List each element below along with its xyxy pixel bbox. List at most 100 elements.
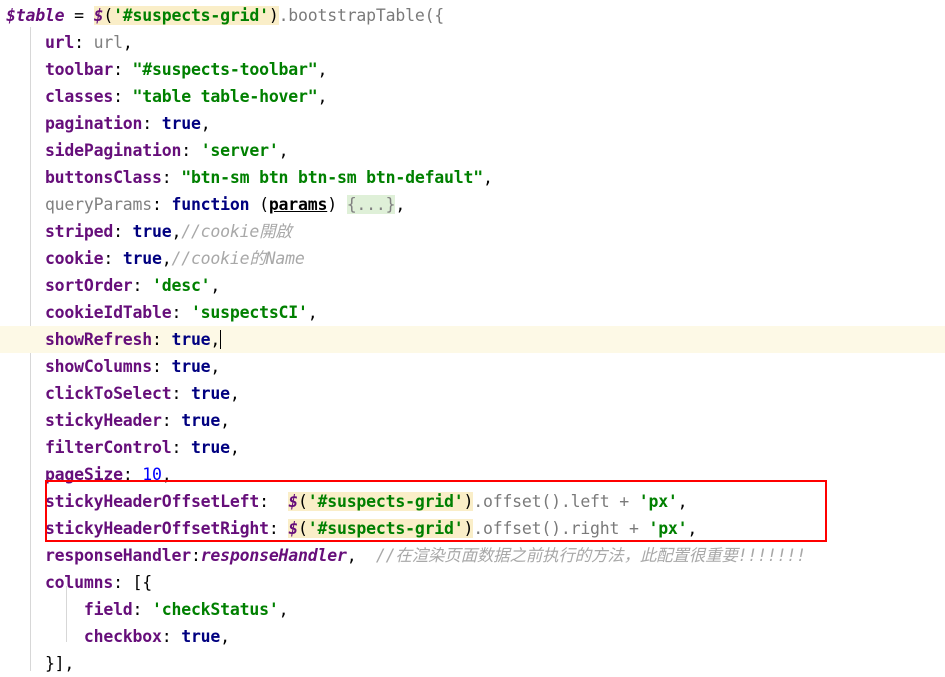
code-text-area[interactable]: $table = $('#suspects-grid').bootstrapTa… [0,0,945,677]
code-line-10[interactable]: cookie: true,//cookie的Name [0,245,945,272]
token-comma: , [171,222,182,241]
text-caret [220,330,222,349]
code-line-24[interactable]: checkbox: true, [0,623,945,650]
token-colon: : [161,168,182,187]
code-line-2[interactable]: url: url, [0,29,945,56]
token-paren-open: ( [298,519,308,538]
token-offset-right-expr: .offset().right + [473,519,649,538]
code-line-7[interactable]: buttonsClass: "btn-sm btn btn-sm btn-def… [0,164,945,191]
code-line-11[interactable]: sortOrder: 'desc', [0,272,945,299]
token-assign: = [64,6,94,25]
code-line-21[interactable]: responseHandler:responseHandler, //在渲染页面… [0,542,945,569]
token-comma: , [482,168,493,187]
token-paren-open: ( [298,492,308,511]
token-colon: : [122,465,143,484]
code-line-3[interactable]: toolbar: "#suspects-toolbar", [0,56,945,83]
token-key-pagesize: pageSize [44,465,123,484]
token-comma: , [229,438,240,457]
token-value-pagination: true [161,114,201,133]
token-key-showcolumns: showColumns [44,357,153,376]
token-colon: : [113,87,133,106]
token-comma: , [317,60,328,79]
token-px-literal: 'px' [638,492,678,511]
code-line-25[interactable]: }], [0,650,945,677]
token-colon: : [152,357,172,376]
token-comma: , [687,519,698,538]
token-value-classes: "table table-hover" [132,87,318,106]
token-key-showrefresh: showRefresh [44,330,153,349]
token-colon: : [142,114,162,133]
token-px-literal: 'px' [648,519,688,538]
token-offset-left-expr: .offset().left + [473,492,639,511]
code-line-8[interactable]: queryParams: function (params) {...}, [0,191,945,218]
token-key-cookieidtable: cookieIdTable [44,303,172,322]
token-value-filtercontrol: true [190,438,230,457]
code-line-15[interactable]: clickToSelect: true, [0,380,945,407]
token-key-stickyheader: stickyHeader [44,411,162,430]
token-key-responsehandler: responseHandler [44,546,191,565]
token-value-clicktoselect: true [190,384,230,403]
token-colon: : [171,303,191,322]
token-comma: , [278,141,289,160]
token-paren-close: ) [463,519,474,538]
token-comma: , [346,546,376,565]
token-key-filtercontrol: filterControl [44,438,172,457]
code-line-14[interactable]: showColumns: true, [0,353,945,380]
token-selector-string: '#suspects-grid' [113,6,269,25]
token-colon: : [161,411,182,430]
token-array-open: [{ [132,573,153,592]
code-line-18[interactable]: pageSize: 10, [0,461,945,488]
code-line-13-current[interactable]: showRefresh: true, [0,326,945,353]
code-line-1[interactable]: $table = $('#suspects-grid').bootstrapTa… [0,2,945,29]
token-key-url: url [44,33,75,52]
token-value-cookieidtable: 'suspectsCI' [190,303,308,322]
token-colon: : [268,519,289,538]
token-value-showcolumns: true [171,357,211,376]
token-dollar-sign: $ [288,492,299,511]
code-line-9[interactable]: striped: true,//cookie開啟 [0,218,945,245]
token-paren-open: ( [103,6,114,25]
token-colon: : [132,600,153,619]
folded-function-body[interactable]: {...} [346,195,396,214]
token-bootstraptable-call: .bootstrapTable({ [278,6,445,25]
code-line-17[interactable]: filterControl: true, [0,434,945,461]
token-comma: , [317,87,328,106]
token-comma: , [395,195,406,214]
token-selector-string: '#suspects-grid' [307,492,464,511]
token-key-toolbar: toolbar [44,60,114,79]
token-key-cookie: cookie [44,249,104,268]
token-value-buttonsclass: "btn-sm btn btn-sm btn-default" [181,168,483,187]
code-line-20[interactable]: stickyHeaderOffsetRight: $('#suspects-gr… [0,515,945,542]
token-value-sortorder: 'desc' [152,276,211,295]
token-key-sidepagination: sidePagination [44,141,182,160]
code-line-22[interactable]: columns: [{ [0,569,945,596]
token-colon: : [113,222,133,241]
token-comma: , [122,33,133,52]
token-key-buttonsclass: buttonsClass [44,168,162,187]
code-line-6[interactable]: sidePagination: 'server', [0,137,945,164]
token-comma: , [220,411,230,430]
code-editor[interactable]: $table = $('#suspects-grid').bootstrapTa… [0,0,945,673]
code-line-12[interactable]: cookieIdTable: 'suspectsCI', [0,299,945,326]
token-value-showrefresh: true [171,330,211,349]
token-comma: , [677,492,688,511]
token-value-cookie: true [122,249,162,268]
code-line-19[interactable]: stickyHeaderOffsetLeft: $('#suspects-gri… [0,488,945,515]
token-value-stickyheader: true [181,411,221,430]
token-key-queryparams: queryParams [44,195,153,214]
token-colon: : [152,330,172,349]
code-line-5[interactable]: pagination: true, [0,110,945,137]
token-value-url: url [93,33,123,52]
token-colon: : [181,141,201,160]
code-line-23[interactable]: field: 'checkStatus', [0,596,945,623]
token-colon: : [113,60,133,79]
token-jquery-selector-call: $('#suspects-grid') [288,519,473,538]
token-key-stickyheaderoffsetright: stickyHeaderOffsetRight [44,519,269,538]
code-line-4[interactable]: classes: "table table-hover", [0,83,945,110]
token-key-checkbox: checkbox [83,627,162,646]
token-colon: : [171,384,191,403]
token-comma: , [229,384,240,403]
token-array-close: }], [44,654,75,673]
code-line-16[interactable]: stickyHeader: true, [0,407,945,434]
token-value-striped: true [132,222,172,241]
